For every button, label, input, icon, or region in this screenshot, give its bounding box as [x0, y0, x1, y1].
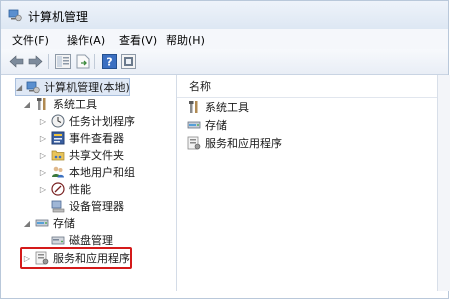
- computer-management-icon: [8, 9, 22, 22]
- toolbar-separator: [48, 54, 49, 69]
- expand-arrow-icon[interactable]: ▷: [39, 117, 47, 126]
- tree-item-label: 任务计划程序: [69, 115, 135, 128]
- column-header-name[interactable]: 名称: [177, 75, 437, 98]
- help-button[interactable]: ?: [101, 53, 118, 70]
- toolbar: ?: [1, 49, 448, 75]
- menu-view[interactable]: 查看(V): [119, 32, 157, 48]
- collapse-arrow-icon[interactable]: ◢: [23, 219, 31, 228]
- tree-item-label: 设备管理器: [69, 200, 124, 213]
- services-icon: [187, 136, 201, 150]
- list-item-label: 服务和应用程序: [205, 137, 282, 150]
- tree-item-disk-management[interactable]: 磁盘管理: [51, 232, 113, 248]
- back-button[interactable]: [8, 53, 25, 70]
- export-list-button[interactable]: [74, 53, 91, 70]
- tools-icon: [37, 98, 46, 110]
- tree-item-device-manager[interactable]: 设备管理器: [51, 198, 124, 214]
- tree-item-label: 存储: [53, 217, 75, 230]
- collapse-arrow-icon[interactable]: ◢: [16, 83, 22, 92]
- tree-item-event-viewer[interactable]: ▷ 事件查看器: [39, 130, 124, 146]
- clock-icon: [51, 114, 65, 128]
- tree-item-label: 共享文件夹: [69, 149, 124, 162]
- export-list-icon: [76, 54, 89, 69]
- title-bar: 计算机管理: [1, 1, 448, 30]
- red-highlight-box: [20, 247, 132, 269]
- performance-icon: [51, 182, 65, 196]
- device-manager-icon: [51, 200, 65, 213]
- tree-item-system-tools[interactable]: ◢ 系统工具: [23, 96, 97, 112]
- users-icon: [52, 166, 64, 178]
- window-title: 计算机管理: [28, 10, 89, 24]
- tree-item-root[interactable]: ◢ 计算机管理(本地): [15, 78, 130, 96]
- list-item-system-tools[interactable]: 系统工具: [187, 99, 249, 115]
- tree-item-storage[interactable]: ◢ 存储: [23, 215, 75, 231]
- computer-management-icon: [26, 81, 40, 94]
- storage-icon: [35, 219, 49, 227]
- tree-item-label: 计算机管理(本地): [44, 81, 130, 94]
- toolbar-separator: [94, 54, 95, 69]
- content-list-pane: 名称 系统工具 存储 服务和应用程序: [177, 75, 437, 291]
- list-item-services-applications[interactable]: 服务和应用程序: [187, 135, 282, 151]
- tree-item-label: 性能: [69, 183, 91, 196]
- expand-arrow-icon[interactable]: ▷: [39, 134, 47, 143]
- help-icon: ?: [102, 54, 117, 69]
- back-arrow-icon: [9, 55, 24, 68]
- menu-file[interactable]: 文件(F): [12, 32, 49, 48]
- expand-arrow-icon[interactable]: ▷: [39, 185, 47, 194]
- menu-action[interactable]: 操作(A): [67, 32, 105, 48]
- expand-arrow-icon[interactable]: ▷: [39, 168, 47, 177]
- tree-item-performance[interactable]: ▷ 性能: [39, 181, 91, 197]
- tree-item-label: 系统工具: [53, 98, 97, 111]
- storage-icon: [187, 121, 201, 129]
- shared-folder-icon: [51, 150, 65, 161]
- list-item-storage[interactable]: 存储: [187, 117, 227, 133]
- expand-arrow-icon[interactable]: ▷: [39, 151, 47, 160]
- list-item-label: 系统工具: [205, 101, 249, 114]
- tree-item-local-users-groups[interactable]: ▷ 本地用户和组: [39, 164, 135, 180]
- tree-item-task-scheduler[interactable]: ▷ 任务计划程序: [39, 113, 135, 129]
- menu-bar: 文件(F) 操作(A) 查看(V) 帮助(H): [1, 29, 448, 49]
- list-item-label: 存储: [205, 119, 227, 132]
- tree-item-label: 事件查看器: [69, 132, 124, 145]
- svg-text:?: ?: [106, 56, 112, 69]
- actions-pane-edge: [437, 75, 450, 291]
- tree-item-label: 磁盘管理: [69, 234, 113, 247]
- properties-icon: [121, 54, 136, 69]
- show-hide-tree-button[interactable]: [54, 53, 71, 70]
- computer-management-window: 计算机管理 文件(F) 操作(A) 查看(V) 帮助(H) ? ◢ 计算机管理(…: [0, 0, 450, 299]
- event-viewer-icon: [51, 131, 65, 145]
- column-header-label: 名称: [189, 80, 211, 93]
- disk-management-icon: [51, 236, 65, 245]
- tree-item-shared-folders[interactable]: ▷ 共享文件夹: [39, 147, 124, 163]
- tools-icon: [189, 101, 198, 113]
- menu-help[interactable]: 帮助(H): [166, 32, 205, 48]
- show-hide-tree-icon: [54, 54, 71, 69]
- forward-button[interactable]: [27, 53, 44, 70]
- properties-button[interactable]: [120, 53, 137, 70]
- collapse-arrow-icon[interactable]: ◢: [23, 100, 31, 109]
- forward-arrow-icon: [28, 55, 43, 68]
- tree-item-label: 本地用户和组: [69, 166, 135, 179]
